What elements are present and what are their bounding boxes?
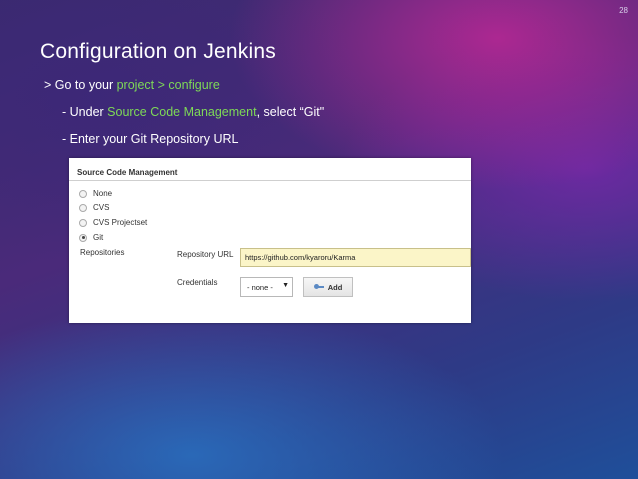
scm-panel-screenshot: Source Code Management None CVS CVS Proj… — [69, 158, 471, 323]
bullet-highlight: project > configure — [116, 78, 220, 92]
scm-option-git[interactable]: Git — [79, 232, 103, 243]
scm-option-none[interactable]: None — [79, 188, 112, 199]
repositories-label: Repositories — [80, 248, 125, 257]
bullet-highlight: Source Code Management — [107, 105, 257, 119]
bullet-enter-url: - Enter your Git Repository URL — [62, 132, 239, 146]
radio-button[interactable] — [79, 189, 87, 198]
radio-button-selected[interactable] — [79, 233, 87, 242]
add-credentials-button[interactable]: Add — [303, 277, 353, 297]
radio-label: Git — [93, 233, 104, 242]
repository-url-input[interactable]: https://github.com/kyaroru/Karma — [240, 248, 471, 267]
credentials-label: Credentials — [177, 278, 218, 287]
radio-button[interactable] — [79, 218, 87, 227]
bullet-text: > Go to your — [44, 78, 117, 92]
scm-option-cvs[interactable]: CVS — [79, 202, 109, 213]
repository-url-label: Repository URL — [177, 250, 234, 259]
scm-option-cvs-projectset[interactable]: CVS Projectset — [79, 217, 147, 228]
radio-label: CVS Projectset — [93, 218, 148, 227]
add-button-label: Add — [327, 282, 343, 292]
slide-title: Configuration on Jenkins — [40, 40, 276, 63]
bullet-select-git: - Under Source Code Management, select “… — [62, 105, 324, 119]
credentials-select[interactable]: - none - ▼ — [240, 277, 293, 297]
dropdown-arrow-icon: ▼ — [282, 282, 289, 289]
radio-label: CVS — [93, 203, 110, 212]
slide-number: 28 — [619, 6, 628, 15]
credentials-selected-value: - none - — [247, 282, 273, 292]
bullet-text-suffix: , select “Git" — [256, 105, 325, 119]
scm-panel-title: Source Code Management — [77, 168, 178, 177]
bullet-text: - Under — [62, 105, 108, 119]
scm-panel-header: Source Code Management — [69, 158, 471, 181]
bullet-go-to-project: > Go to your project > configure — [44, 78, 220, 92]
key-icon — [313, 284, 324, 290]
radio-button[interactable] — [79, 203, 87, 212]
radio-label: None — [93, 189, 113, 198]
